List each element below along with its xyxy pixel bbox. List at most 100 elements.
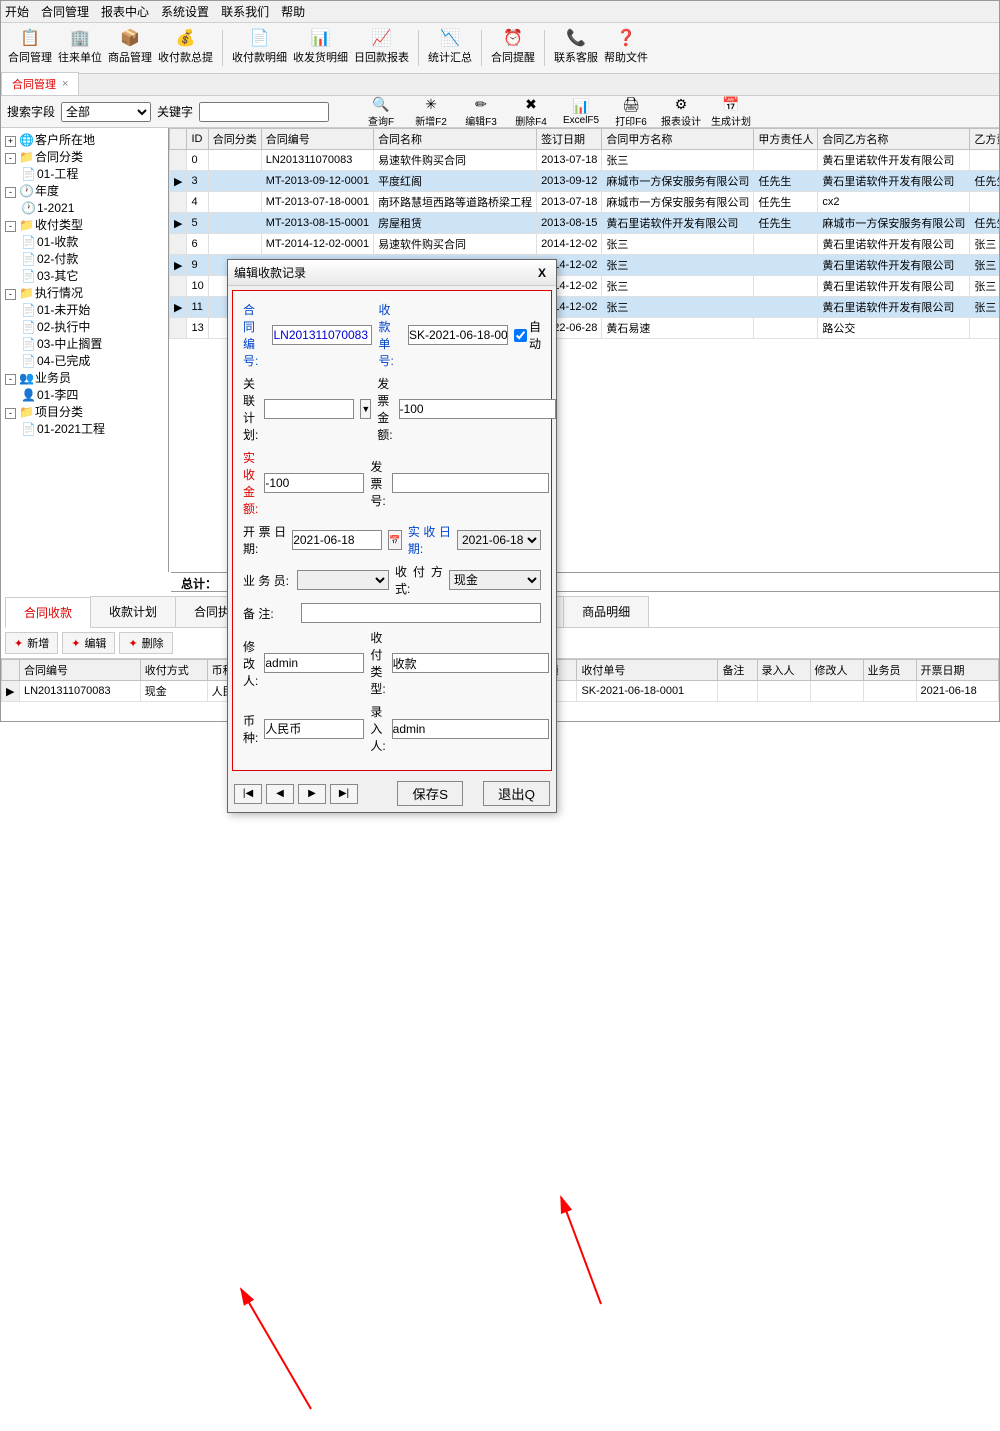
menu-help[interactable]: 帮助 — [281, 3, 305, 20]
tree-node[interactable]: -📁合同分类 — [5, 149, 164, 166]
toolbar-收付款总提[interactable]: 💰收付款总提 — [157, 27, 214, 69]
grid-header[interactable]: 合同甲方名称 — [602, 129, 754, 150]
grid-header[interactable]: ID — [187, 129, 208, 150]
tree-node[interactable]: 📄02-执行中 — [21, 319, 164, 336]
dialog-close-icon[interactable]: X — [534, 266, 550, 280]
toolbar-联系客服[interactable]: 📞联系客服 — [553, 27, 599, 69]
grid-header[interactable]: 甲方责任人 — [754, 129, 818, 150]
plan-picker-icon[interactable]: ▼ — [360, 399, 371, 419]
toolbar-收发货明细[interactable]: 📊收发货明细 — [292, 27, 349, 69]
tree-toggle-icon[interactable]: - — [5, 221, 16, 232]
input-recv-date[interactable]: 2021-06-18 — [457, 530, 541, 550]
tree-node[interactable]: 🕐1-2021 — [21, 200, 164, 217]
bottom-tab[interactable]: 收款计划 — [90, 596, 176, 627]
bottom-btn-编辑[interactable]: ✦编辑 — [62, 632, 115, 654]
tree-node[interactable]: +🌐客户所在地 — [5, 132, 164, 149]
nav-first-icon[interactable]: |◀ — [234, 784, 262, 804]
select-method[interactable]: 现金 — [449, 570, 541, 590]
tree-toggle-icon[interactable]: - — [5, 153, 16, 164]
nav-prev-icon[interactable]: ◀ — [266, 784, 294, 804]
input-contract-no[interactable] — [272, 325, 372, 345]
grid-header[interactable]: 合同分类 — [208, 129, 261, 150]
search-btn-编辑F3[interactable]: ✏编辑F3 — [461, 96, 501, 128]
search-keyword-input[interactable] — [199, 102, 329, 122]
tree-node[interactable]: -🕐年度 — [5, 183, 164, 200]
grid-header[interactable]: 合同名称 — [374, 129, 537, 150]
toolbar-商品管理[interactable]: 📦商品管理 — [107, 27, 153, 69]
grid-header[interactable]: 签订日期 — [537, 129, 602, 150]
tree-node[interactable]: -📁收付类型 — [5, 217, 164, 234]
tree-node[interactable]: 📄01-工程 — [21, 166, 164, 183]
exit-button[interactable]: 退出Q — [483, 781, 550, 806]
search-btn-打印F6[interactable]: 🖨打印F6 — [611, 96, 651, 128]
toolbar-帮助文件[interactable]: ❓帮助文件 — [603, 27, 649, 69]
checkbox-auto[interactable] — [514, 329, 527, 342]
search-btn-报表设计[interactable]: ⚙报表设计 — [661, 96, 701, 128]
grid-header[interactable]: 开票日期 — [916, 660, 999, 681]
bottom-btn-新增[interactable]: ✦新增 — [5, 632, 58, 654]
tree-node[interactable]: 📄04-已完成 — [21, 353, 164, 370]
table-row[interactable]: 4MT-2013-07-18-0001南环路慧垣西路等道路桥梁工程2013-07… — [170, 192, 1000, 213]
grid-header[interactable]: 修改人 — [810, 660, 863, 681]
input-remark[interactable] — [301, 603, 541, 623]
toolbar-日回款报表[interactable]: 📈日回款报表 — [353, 27, 410, 69]
toolbar-统计汇总[interactable]: 📉统计汇总 — [427, 27, 473, 69]
nav-last-icon[interactable]: ▶| — [330, 784, 358, 804]
grid-header[interactable]: 收付方式 — [140, 660, 207, 681]
tree-node[interactable]: -📁执行情况 — [5, 285, 164, 302]
input-actual[interactable] — [264, 473, 364, 493]
input-invoice-amt[interactable] — [399, 399, 556, 419]
save-button[interactable]: 保存S — [397, 781, 463, 806]
bottom-tab[interactable]: 商品明细 — [563, 596, 649, 627]
search-btn-新增F2[interactable]: ✳新增F2 — [411, 96, 451, 128]
input-invoice-no[interactable] — [392, 473, 549, 493]
tree-node[interactable]: 📄03-其它 — [21, 268, 164, 285]
tab-contract-mgmt[interactable]: 合同管理 × — [1, 72, 79, 95]
grid-header[interactable]: 业务员 — [863, 660, 916, 681]
search-field-select[interactable]: 全部 — [61, 102, 151, 122]
tree-node[interactable]: -📁项目分类 — [5, 404, 164, 421]
table-row[interactable]: 6MT-2014-12-02-0001易速软件购买合同2014-12-02张三黄… — [170, 234, 1000, 255]
toolbar-收付款明细[interactable]: 📄收付款明细 — [231, 27, 288, 69]
nav-next-icon[interactable]: ▶ — [298, 784, 326, 804]
tree-node[interactable]: 👤01-李四 — [21, 387, 164, 404]
input-type[interactable] — [392, 653, 549, 673]
tree-toggle-icon[interactable]: - — [5, 289, 16, 300]
tree-node[interactable]: -👥业务员 — [5, 370, 164, 387]
grid-header[interactable]: 合同编号 — [261, 129, 373, 150]
grid-header[interactable]: 合同编号 — [20, 660, 141, 681]
tree-toggle-icon[interactable]: + — [5, 136, 16, 147]
grid-header[interactable]: 合同乙方名称 — [818, 129, 970, 150]
tree-node[interactable]: 📄01-2021工程 — [21, 421, 164, 438]
tree-toggle-icon[interactable]: - — [5, 187, 16, 198]
menu-start[interactable]: 开始 — [5, 3, 29, 20]
menu-contract[interactable]: 合同管理 — [41, 3, 89, 20]
toolbar-合同提醒[interactable]: ⏰合同提醒 — [490, 27, 536, 69]
tree-node[interactable]: 📄03-中止搁置 — [21, 336, 164, 353]
grid-header[interactable]: 录入人 — [757, 660, 810, 681]
search-btn-生成计划[interactable]: 📅生成计划 — [711, 96, 751, 128]
menu-contact[interactable]: 联系我们 — [221, 3, 269, 20]
table-row[interactable]: ▶3MT-2013-09-12-0001平度红阁2013-09-12麻城市一方保… — [170, 171, 1000, 192]
table-row[interactable]: ▶5MT-2013-08-15-0001房屋租赁2013-08-15黄石里诺软件… — [170, 213, 1000, 234]
search-btn-删除F4[interactable]: ✖删除F4 — [511, 96, 551, 128]
toolbar-合同管理[interactable]: 📋合同管理 — [7, 27, 53, 69]
tree-node[interactable]: 📄01-未开始 — [21, 302, 164, 319]
menu-settings[interactable]: 系统设置 — [161, 3, 209, 20]
input-editor[interactable] — [264, 653, 364, 673]
search-btn-ExcelF5[interactable]: 📊ExcelF5 — [561, 98, 601, 126]
search-btn-查询F[interactable]: 🔍查询F — [361, 96, 401, 128]
menu-report[interactable]: 报表中心 — [101, 3, 149, 20]
grid-header[interactable]: 收付单号 — [577, 660, 718, 681]
input-receipt-no[interactable] — [408, 325, 508, 345]
tree-node[interactable]: 📄01-收款 — [21, 234, 164, 251]
table-row[interactable]: 0LN201311070083易速软件购买合同2013-07-18张三黄石里诺软… — [170, 150, 1000, 171]
bottom-btn-删除[interactable]: ✦删除 — [119, 632, 172, 654]
tab-close-icon[interactable]: × — [62, 78, 68, 90]
open-date-picker-icon[interactable]: 📅 — [388, 530, 402, 550]
bottom-tab[interactable]: 合同收款 — [5, 597, 91, 628]
tree-toggle-icon[interactable]: - — [5, 408, 16, 419]
grid-header[interactable]: 乙方责任人 — [970, 129, 999, 150]
select-staff[interactable] — [297, 570, 389, 590]
grid-header[interactable]: 备注 — [718, 660, 757, 681]
